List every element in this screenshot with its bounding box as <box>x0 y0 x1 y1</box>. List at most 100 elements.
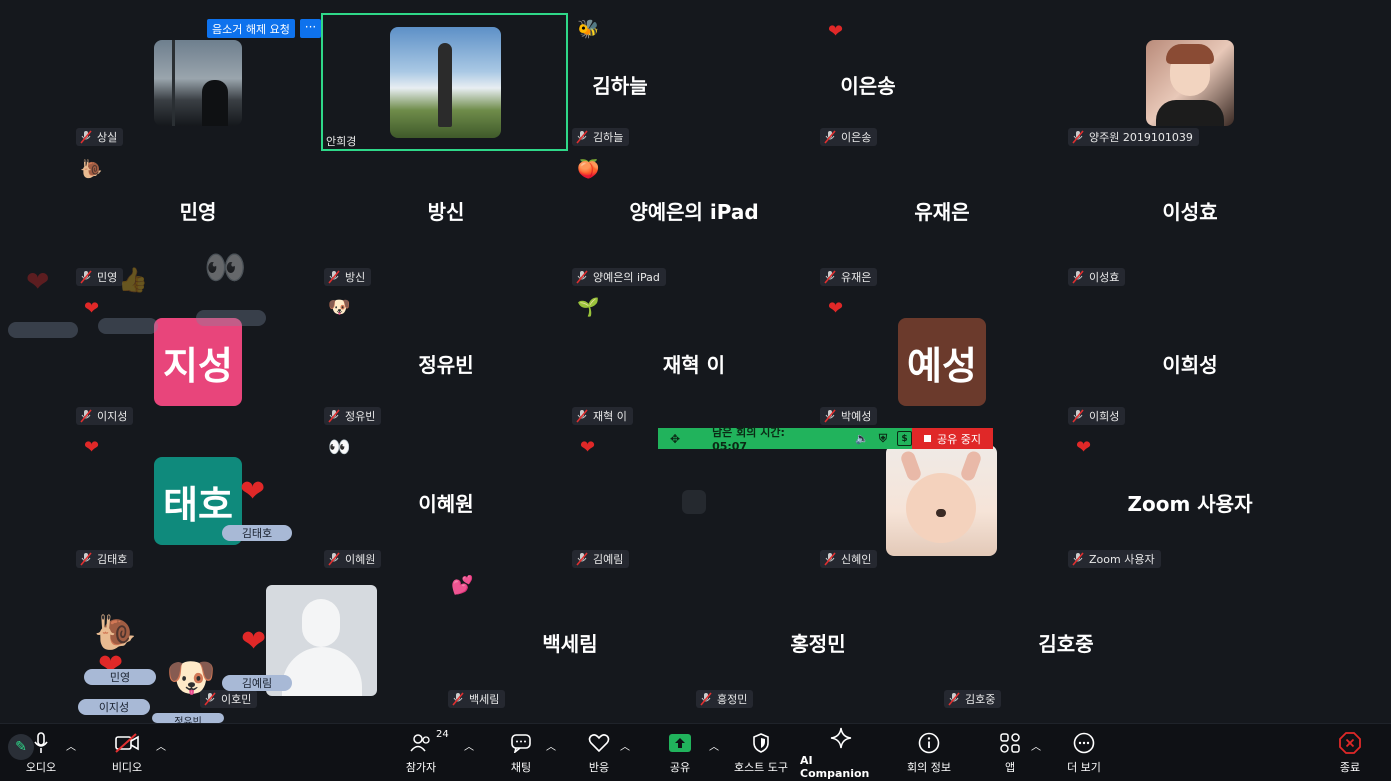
participant-photo <box>886 445 997 556</box>
peach-emoji-icon: 🍑 <box>577 159 600 180</box>
heart-emoji-icon: ❤ <box>828 21 844 42</box>
microphone-icon <box>34 731 48 755</box>
bee-emoji-icon: 🐝 <box>577 19 600 40</box>
request-unmute-button[interactable]: 음소거 해제 요청 <box>207 19 295 38</box>
sparkle-icon <box>830 726 852 750</box>
stop-share-button[interactable]: 공유 중지 <box>912 428 993 449</box>
participant-display-name: 방신 <box>427 200 465 224</box>
audio-button[interactable]: 오디오 <box>18 724 64 781</box>
stop-share-label: 공유 중지 <box>937 432 981 446</box>
participant-display-name: 이혜원 <box>418 492 474 516</box>
participant-nametag: 김호중 <box>944 690 1002 708</box>
eyes-emoji-icon: 👀 <box>328 437 351 458</box>
active-speaker-frame <box>321 13 568 151</box>
participant-tile[interactable]: 이희성 이희성 <box>992 279 1240 429</box>
participant-tile[interactable]: 양주원 2019101039 <box>992 0 1240 150</box>
reaction-name-tag: 김예림 <box>222 675 292 691</box>
snail-emoji-icon: 🐌 <box>80 159 103 180</box>
participant-tile[interactable]: 예성 박예성 <box>744 279 992 429</box>
heart-emoji-icon: ❤ <box>26 265 50 298</box>
participant-display-name: 이은송 <box>840 74 896 98</box>
shield-icon <box>752 731 770 755</box>
share-control-bar[interactable]: ✥ 남은 회의 시간: 05:07 🔈 ⛨ $ <box>658 426 912 453</box>
drag-handle-icon[interactable]: ✥ <box>670 432 680 446</box>
participant-tile[interactable]: 방신 방신 <box>248 140 496 290</box>
participant-tile[interactable]: Zoom 사용자 Zoom 사용자 <box>992 418 1253 568</box>
end-label: 종료 <box>1339 760 1361 774</box>
video-gallery: 상실 안희경 김하늘 김하늘 이은송 이은송 양주원 2019101039 민영… <box>0 0 1391 723</box>
security-icon[interactable]: ⛨ <box>879 432 887 446</box>
participant-tile[interactable]: 양예은의 iPad 양예은의 iPad <box>496 140 759 290</box>
participant-display-name: 이희성 <box>1162 353 1218 377</box>
ai-companion-label: AI Companion <box>800 753 870 780</box>
heart-emoji-icon: ❤ <box>240 474 266 509</box>
snail-emoji-icon: 🐌 <box>94 613 137 653</box>
participant-tile[interactable]: 이성효 이성효 <box>992 140 1240 290</box>
participant-tile[interactable]: 재혁 이 재혁 이 <box>496 279 744 429</box>
participant-display-name: 재혁 이 <box>662 353 726 377</box>
participant-display-name: 백세림 <box>542 632 598 656</box>
apps-button[interactable]: 앱 <box>990 724 1030 781</box>
more-button[interactable]: 더 보기 <box>1062 724 1106 781</box>
participant-tile[interactable]: 김호중 김호중 <box>868 560 1116 710</box>
ai-companion-button[interactable]: AI Companion <box>800 724 882 781</box>
heart-emoji-icon: ❤ <box>580 437 596 458</box>
video-off-icon <box>114 731 140 755</box>
participant-tile[interactable]: 태호 김태호 <box>0 418 248 568</box>
heart-emoji-icon: ❤ <box>1076 437 1092 458</box>
ghost-tag <box>8 322 78 338</box>
dog-emoji-icon: 🐶 <box>328 297 351 318</box>
participant-tile[interactable]: 백세림 백세림 <box>372 560 620 710</box>
participant-nametag: 백세림 <box>448 690 506 708</box>
video-label: 비디오 <box>111 760 143 774</box>
people-icon: 24 <box>410 729 449 755</box>
volume-icon[interactable]: 🔈 <box>855 432 869 445</box>
participants-label: 참가자 <box>405 760 437 774</box>
participant-display-name: 유재은 <box>914 200 970 224</box>
more-dots-icon <box>1073 731 1095 755</box>
participants-options-caret[interactable]: ︿ <box>464 738 474 753</box>
participant-tile[interactable]: 지성 이지성 <box>0 279 248 429</box>
chat-button[interactable]: 채팅 <box>498 724 544 781</box>
mic-muted-icon <box>700 692 712 706</box>
audio-options-caret[interactable]: ︿ <box>66 738 76 753</box>
participant-display-name: 홍정민 <box>790 632 846 656</box>
share-label: 공유 <box>669 760 691 774</box>
tile-more-button[interactable]: ··· <box>300 19 321 38</box>
reaction-name-tag: 정유빈 <box>152 713 224 723</box>
apps-options-caret[interactable]: ︿ <box>1031 738 1041 753</box>
participant-display-name: 정유빈 <box>418 353 474 377</box>
mic-muted-icon <box>452 692 464 706</box>
dollar-icon[interactable]: $ <box>897 431 912 446</box>
participant-tile[interactable]: 이혜원 이혜원 <box>248 418 496 568</box>
participant-tile[interactable]: 홍정민 홍정민 <box>620 560 868 710</box>
chat-options-caret[interactable]: ︿ <box>546 738 556 753</box>
participant-tile[interactable]: 정유빈 정유빈 <box>248 279 496 429</box>
participant-tile[interactable]: 유재은 유재은 <box>744 140 992 290</box>
participant-avatar: 예성 <box>898 318 986 406</box>
video-options-caret[interactable]: ︿ <box>156 738 166 753</box>
participants-button[interactable]: 24 참가자 <box>398 724 449 781</box>
chat-bubble-icon <box>510 731 532 755</box>
participant-count: 24 <box>436 728 449 740</box>
apps-label: 앱 <box>1004 760 1016 774</box>
video-button[interactable]: 비디오 <box>104 724 150 781</box>
participant-nametag: 홍정민 <box>696 690 754 708</box>
share-options-caret[interactable]: ︿ <box>709 738 719 753</box>
host-tools-label: 호스트 도구 <box>733 760 789 774</box>
share-button[interactable]: 공유 <box>657 724 703 781</box>
participant-tile[interactable]: 이은송 이은송 <box>744 0 992 150</box>
participant-display-name: 김호중 <box>1038 632 1094 656</box>
mic-muted-icon <box>948 692 960 706</box>
reactions-button[interactable]: 반응 <box>576 724 622 781</box>
meeting-info-button[interactable]: 회의 정보 <box>898 724 960 781</box>
mic-muted-icon <box>80 552 92 566</box>
info-icon <box>918 731 940 755</box>
participant-photo <box>1146 40 1234 126</box>
participant-photo <box>154 40 242 126</box>
host-tools-button[interactable]: 호스트 도구 <box>728 724 794 781</box>
reactions-options-caret[interactable]: ︿ <box>620 738 630 753</box>
heart-emoji-icon: ❤ <box>828 298 844 319</box>
video-placeholder <box>682 490 706 514</box>
end-meeting-button[interactable]: 종료 <box>1330 724 1370 781</box>
